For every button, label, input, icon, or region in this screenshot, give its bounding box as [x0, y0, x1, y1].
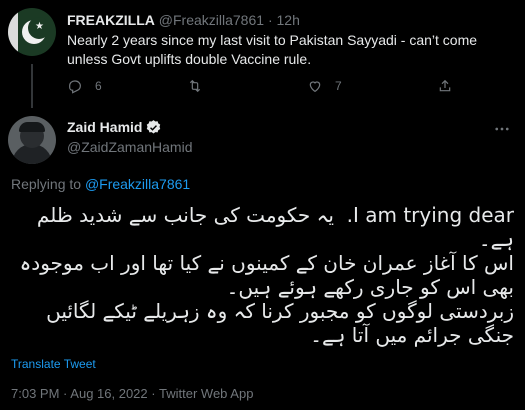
- avatar[interactable]: [8, 116, 56, 164]
- verified-badge-icon: [147, 119, 161, 134]
- heart-icon: [309, 81, 321, 93]
- replying-to: Replying to @Freakzilla7861: [11, 175, 190, 193]
- parent-tweet-text: Nearly 2 years since my last visit to Pa…: [67, 32, 478, 67]
- parent-tweet[interactable]: ★ FREAKZILLA @Freakzilla7861 · 12h Nearl…: [0, 0, 525, 108]
- retweet-button[interactable]: [187, 78, 203, 94]
- like-count: 7: [335, 79, 342, 93]
- replying-label: Replying to: [11, 176, 82, 192]
- reply-count: 6: [95, 79, 102, 93]
- separator: ·: [267, 12, 273, 28]
- retweet-icon: [189, 79, 201, 93]
- tweet-metadata: 7:03 PM · Aug 16, 2022 · Twitter Web App: [11, 385, 253, 403]
- reply-button[interactable]: 6: [67, 78, 102, 94]
- display-name-row[interactable]: Zaid Hamid: [67, 118, 162, 136]
- tweet-source: Twitter Web App: [159, 386, 254, 401]
- timestamp[interactable]: 12h: [277, 12, 300, 28]
- parent-tweet-header: FREAKZILLA @Freakzilla7861 · 12h: [67, 11, 300, 29]
- share-icon: [439, 79, 451, 92]
- separator: ·: [151, 386, 156, 401]
- share-button[interactable]: [437, 78, 453, 94]
- translate-tweet-link[interactable]: Translate Tweet: [11, 356, 96, 372]
- like-button[interactable]: 7: [307, 78, 342, 94]
- tweet-time[interactable]: 7:03 PM: [11, 386, 59, 401]
- tweet-actions: 6 7: [67, 78, 507, 98]
- main-tweet-header: Zaid Hamid @ZaidZamanHamid: [0, 108, 525, 168]
- reply-icon: [69, 80, 81, 94]
- tweet-date[interactable]: Aug 16, 2022: [70, 386, 147, 401]
- handle[interactable]: @Freakzilla7861: [159, 12, 264, 28]
- avatar[interactable]: ★: [8, 8, 56, 56]
- display-name[interactable]: FREAKZILLA: [67, 12, 155, 28]
- handle[interactable]: @ZaidZamanHamid: [67, 138, 192, 156]
- display-name[interactable]: Zaid Hamid: [67, 118, 142, 136]
- separator: ·: [63, 386, 68, 401]
- main-tweet-text: I am trying dear. یہ حکومت کی جانب سے شد…: [19, 203, 514, 347]
- replying-handle-link[interactable]: @Freakzilla7861: [85, 176, 190, 192]
- more-options-icon[interactable]: [493, 120, 511, 138]
